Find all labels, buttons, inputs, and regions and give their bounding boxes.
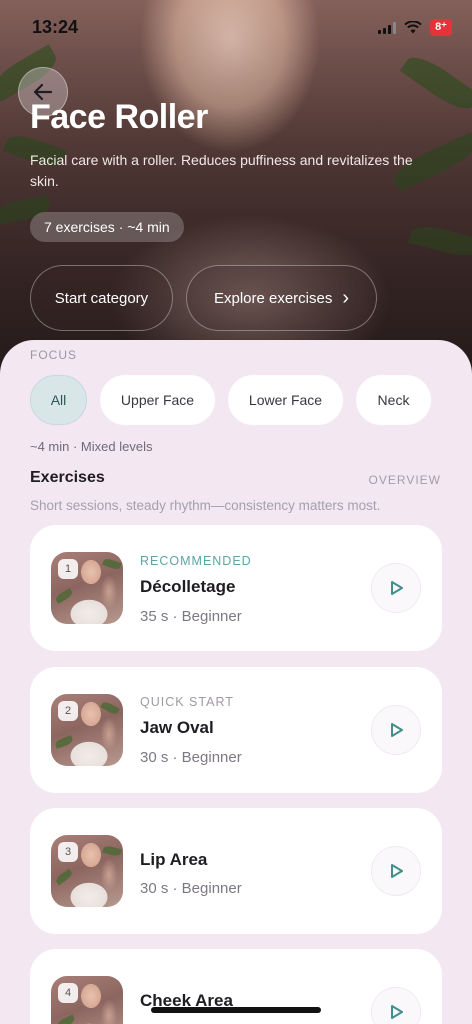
filter-chip-label: Neck: [377, 392, 410, 408]
exercise-thumbnail: 1: [51, 552, 123, 624]
exercise-name: Décolletage: [140, 577, 236, 596]
play-button[interactable]: [371, 563, 421, 613]
cellular-signal-icon: [378, 21, 397, 34]
play-button[interactable]: [371, 705, 421, 755]
explore-exercises-button[interactable]: Explore exercises ›: [186, 265, 377, 331]
exercise-number-badge: 4: [58, 983, 78, 1003]
play-button[interactable]: [371, 846, 421, 896]
exercise-number-badge: 1: [58, 559, 78, 579]
focus-label: FOCUS: [30, 348, 77, 362]
focus-meta: ~4 min · Mixed levels: [30, 439, 153, 454]
filter-chip-neck[interactable]: Neck: [356, 375, 431, 425]
status-bar: 13:24 8⁺: [0, 0, 472, 58]
chevron-right-icon: ›: [342, 287, 350, 309]
filter-chip-label: All: [50, 392, 67, 408]
exercise-card[interactable]: 1 RECOMMENDED Décolletage 35 s · Beginne…: [30, 525, 442, 651]
exercise-card[interactable]: 3 Lip Area 30 s · Beginner: [30, 808, 442, 934]
explore-exercises-label: Explore exercises: [213, 289, 333, 307]
exercise-name: Lip Area: [140, 850, 208, 869]
filter-chip-label: Lower Face: [248, 392, 323, 408]
exercise-name: Jaw Oval: [140, 718, 214, 737]
exercise-thumbnail: 3: [51, 835, 123, 907]
exercises-subtitle: Short sessions, steady rhythm—consistenc…: [30, 498, 381, 513]
exercise-card[interactable]: 2 QUICK START Jaw Oval 30 s · Beginner: [30, 667, 442, 793]
play-icon: [391, 864, 403, 878]
start-category-label: Start category: [54, 289, 149, 307]
exercises-heading: Exercises: [30, 469, 105, 486]
exercise-thumbnail: 2: [51, 694, 123, 766]
exercise-number-badge: 3: [58, 842, 78, 862]
play-icon: [391, 1005, 403, 1019]
exercise-meta: 35 s · Beginner: [140, 608, 242, 625]
status-time: 13:24: [32, 17, 79, 37]
start-category-button[interactable]: Start category: [30, 265, 173, 331]
filter-chip-label: Upper Face: [120, 392, 195, 408]
home-indicator[interactable]: [151, 1007, 321, 1013]
filter-chip-upper-face[interactable]: Upper Face: [100, 375, 215, 425]
exercise-tag: RECOMMENDED: [140, 554, 252, 568]
page-title: Face Roller: [30, 98, 208, 136]
filter-chip-lower-face[interactable]: Lower Face: [228, 375, 343, 425]
filter-chip-all[interactable]: All: [30, 375, 87, 425]
play-button[interactable]: [371, 987, 421, 1024]
play-icon: [391, 581, 403, 595]
exercise-count-badge: 7 exercises · ~4 min: [30, 212, 184, 242]
play-icon: [391, 723, 403, 737]
content-sheet: FOCUS All Upper Face Lower Face Neck ~4 …: [0, 340, 472, 1024]
exercise-tag: QUICK START: [140, 695, 234, 709]
wifi-icon: [404, 21, 422, 34]
battery-indicator: 8⁺: [430, 19, 452, 36]
exercise-meta: 30 s · Beginner: [140, 749, 242, 766]
page-subtitle: Facial care with a roller. Reduces puffi…: [30, 152, 413, 189]
overview-link[interactable]: OVERVIEW: [369, 473, 441, 487]
exercise-meta: 30 s · Beginner: [140, 880, 242, 897]
exercise-number-badge: 2: [58, 701, 78, 721]
exercise-thumbnail: 4: [51, 976, 123, 1024]
hero-header: 13:24 8⁺ Face Roller Facial care with a …: [0, 0, 472, 380]
